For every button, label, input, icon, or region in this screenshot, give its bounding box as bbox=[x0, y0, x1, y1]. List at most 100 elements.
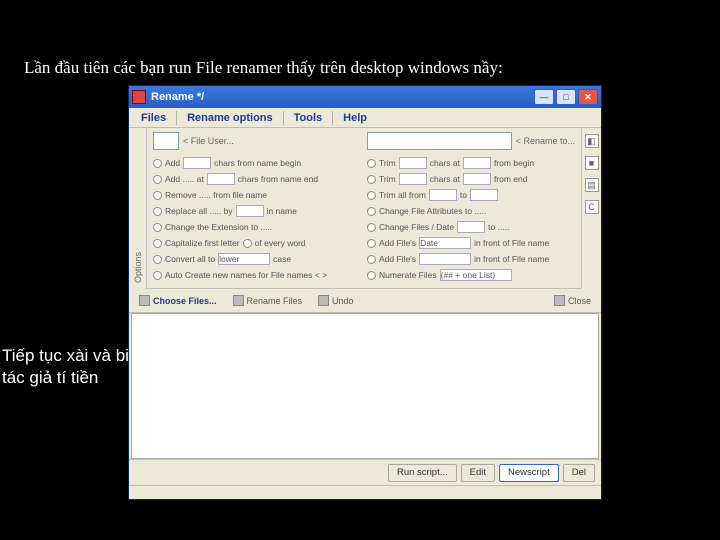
radio-capitalize[interactable] bbox=[153, 239, 162, 248]
options-col-right: Trimchars atfrom begin Trimchars atfrom … bbox=[367, 156, 575, 282]
radio-replace[interactable] bbox=[153, 207, 162, 216]
opt-convert-tail: case bbox=[273, 254, 291, 264]
radio-trim-end[interactable] bbox=[367, 175, 376, 184]
opt-add-date: Add File's bbox=[379, 238, 416, 248]
undo-icon bbox=[318, 295, 329, 306]
radio-cap-everyword[interactable] bbox=[243, 239, 252, 248]
sidebar-icon-4[interactable]: C bbox=[585, 200, 599, 214]
input-trim-begin-2[interactable] bbox=[463, 157, 491, 169]
caption-left-line2: tác giả tí tiền bbox=[2, 368, 98, 387]
opt-change-attr: Change File Attributes to ..... bbox=[379, 206, 486, 216]
radio-change-ext[interactable] bbox=[153, 223, 162, 232]
rename-files-button[interactable]: Rename Files bbox=[229, 293, 307, 308]
menu-separator bbox=[283, 111, 284, 125]
rename-to-label: < Rename to... bbox=[516, 136, 575, 146]
newscript-button[interactable]: Newscript bbox=[499, 464, 559, 482]
input-trim-begin-1[interactable] bbox=[399, 157, 427, 169]
filter-combo-left[interactable] bbox=[153, 132, 179, 150]
radio-numerate[interactable] bbox=[367, 271, 376, 280]
opt-cap-tail: of every word bbox=[255, 238, 306, 248]
status-bar bbox=[129, 485, 601, 499]
input-trim-all-from[interactable] bbox=[429, 189, 457, 201]
input-add-end[interactable] bbox=[207, 173, 235, 185]
action-toolbar: Choose Files... Rename Files Undo Close bbox=[129, 289, 601, 313]
opt-numerate: Numerate Files bbox=[379, 270, 437, 280]
opt-trim-all-tail: to bbox=[460, 190, 467, 200]
sidebar-icon-2[interactable]: ■ bbox=[585, 156, 599, 170]
radio-trim-begin[interactable] bbox=[367, 159, 376, 168]
caption-left-line1: Tiếp tục xài và biếu bbox=[2, 346, 148, 365]
run-script-button[interactable]: Run script... bbox=[388, 464, 457, 482]
radio-trim-all[interactable] bbox=[367, 191, 376, 200]
opt-add-end-tail: chars from name end bbox=[238, 174, 318, 184]
main-panel: < File User... < Rename to... Addchars f… bbox=[147, 128, 581, 289]
input-replace[interactable] bbox=[236, 205, 264, 217]
input-trim-end-1[interactable] bbox=[399, 173, 427, 185]
choose-files-label: Choose Files... bbox=[153, 296, 217, 306]
undo-button[interactable]: Undo bbox=[314, 293, 358, 308]
options-panel: Addchars from name begin Add ..... atcha… bbox=[147, 154, 581, 289]
menu-files[interactable]: Files bbox=[135, 110, 172, 126]
input-change-date[interactable] bbox=[457, 221, 485, 233]
opt-capitalize: Capitalize first letter bbox=[165, 238, 240, 248]
radio-add-end[interactable] bbox=[153, 175, 162, 184]
rename-files-label: Rename Files bbox=[247, 296, 303, 306]
menu-rename-options[interactable]: Rename options bbox=[181, 110, 279, 126]
opt-trim-begin: Trim bbox=[379, 158, 396, 168]
del-button[interactable]: Del bbox=[563, 464, 595, 482]
select-add-date[interactable]: Date bbox=[419, 237, 471, 249]
radio-change-date[interactable] bbox=[367, 223, 376, 232]
opt-convert: Convert all to bbox=[165, 254, 215, 264]
rename-icon bbox=[233, 295, 244, 306]
opt-trim-end-tail: from end bbox=[494, 174, 528, 184]
radio-auto-create[interactable] bbox=[153, 271, 162, 280]
menu-help[interactable]: Help bbox=[337, 110, 373, 126]
sidebar-right: ◧ ■ ▤ C bbox=[581, 128, 601, 289]
radio-change-attr[interactable] bbox=[367, 207, 376, 216]
menu-separator bbox=[176, 111, 177, 125]
opt-trim-begin-a: chars at bbox=[430, 158, 460, 168]
opt-trim-all: Trim all from bbox=[379, 190, 426, 200]
window-title: Rename */ bbox=[151, 91, 534, 103]
radio-add-files[interactable] bbox=[367, 255, 376, 264]
opt-trim-end-a: chars at bbox=[430, 174, 460, 184]
opt-add-files: Add File's bbox=[379, 254, 416, 264]
select-numerate[interactable]: (## + one List) bbox=[440, 269, 512, 281]
edit-button[interactable]: Edit bbox=[461, 464, 495, 482]
menu-tools[interactable]: Tools bbox=[288, 110, 329, 126]
close-label: Close bbox=[568, 296, 591, 306]
maximize-button[interactable]: □ bbox=[556, 89, 576, 105]
select-add-files[interactable] bbox=[419, 253, 471, 265]
input-trim-all-to[interactable] bbox=[470, 189, 498, 201]
opt-replace: Replace all ..... by bbox=[165, 206, 233, 216]
close-tool-button[interactable]: Close bbox=[550, 293, 595, 308]
app-icon bbox=[132, 90, 146, 104]
opt-add-date-tail: in front of File name bbox=[474, 238, 549, 248]
select-case[interactable]: lower bbox=[218, 253, 270, 265]
caption-left: Tiếp tục xài và biếu tác giả tí tiền bbox=[2, 345, 148, 389]
menu-separator bbox=[332, 111, 333, 125]
opt-add-end: Add ..... at bbox=[165, 174, 204, 184]
radio-convert-case[interactable] bbox=[153, 255, 162, 264]
choose-files-button[interactable]: Choose Files... bbox=[135, 293, 221, 308]
sidebar-left: Options bbox=[129, 128, 147, 289]
close-button[interactable]: ✕ bbox=[578, 89, 598, 105]
sidebar-left-label: Options bbox=[133, 252, 143, 283]
app-window: Rename */ — □ ✕ Files Rename options Too… bbox=[128, 85, 602, 500]
opt-change-date-tail: to ..... bbox=[488, 222, 509, 232]
minimize-button[interactable]: — bbox=[534, 89, 554, 105]
radio-add-begin[interactable] bbox=[153, 159, 162, 168]
rename-to-input[interactable] bbox=[367, 132, 512, 150]
input-trim-end-2[interactable] bbox=[463, 173, 491, 185]
opt-replace-tail: in name bbox=[267, 206, 297, 216]
file-list[interactable] bbox=[131, 313, 599, 459]
input-add-begin[interactable] bbox=[183, 157, 211, 169]
filter-label-left: < File User... bbox=[183, 136, 234, 146]
close-icon bbox=[554, 295, 565, 306]
radio-remove[interactable] bbox=[153, 191, 162, 200]
radio-add-date[interactable] bbox=[367, 239, 376, 248]
sidebar-icon-1[interactable]: ◧ bbox=[585, 134, 599, 148]
caption-top: Lần đầu tiên các bạn run File renamer th… bbox=[24, 58, 503, 78]
opt-add-begin-tail: chars from name begin bbox=[214, 158, 301, 168]
sidebar-icon-3[interactable]: ▤ bbox=[585, 178, 599, 192]
